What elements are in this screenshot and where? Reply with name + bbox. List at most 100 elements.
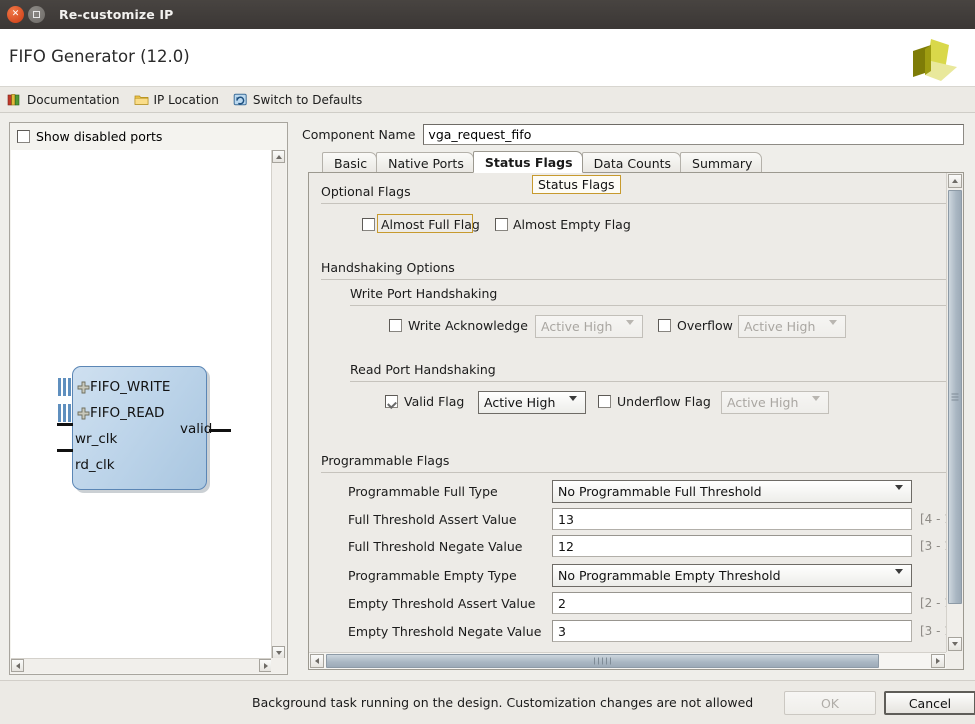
overflow-checkbox[interactable]: [658, 319, 671, 332]
overflow-polarity-value: Active High: [744, 319, 816, 334]
almost-empty-flag-label: Almost Empty Flag: [513, 217, 631, 232]
overflow-label: Overflow: [677, 318, 733, 333]
tab-status-flags[interactable]: Status Flags: [472, 151, 583, 173]
pane-scroll-up-button[interactable]: [948, 174, 962, 188]
maximize-icon[interactable]: [28, 6, 45, 23]
group-handshaking-options-title: Handshaking Options: [321, 260, 455, 275]
underflow-flag-polarity-select[interactable]: Active High: [721, 391, 829, 416]
re-customize-ip-window: ✕ Re-customize IP FIFO Generator (12.0): [0, 0, 975, 724]
empty-threshold-negate-label: Empty Threshold Negate Value: [348, 624, 542, 639]
empty-threshold-negate-input[interactable]: [552, 620, 912, 642]
cancel-button[interactable]: Cancel: [884, 691, 975, 715]
group-programmable-flags-title: Programmable Flags: [321, 453, 450, 468]
programmable-empty-type-label: Programmable Empty Type: [348, 568, 517, 583]
toolbar-ip-location[interactable]: IP Location: [134, 92, 219, 107]
scroll-grip-icon: [593, 657, 613, 665]
almost-empty-flag-checkbox[interactable]: [495, 218, 508, 231]
toolbar-switch-to-defaults[interactable]: Switch to Defaults: [233, 92, 362, 107]
tab-bar: Basic Native Ports Status Flags Data Cou…: [322, 151, 962, 173]
group-programmable-flags-rule: [321, 472, 946, 473]
status-flags-content: Optional Flags Almost Full Flag Almost E…: [309, 173, 946, 652]
tab-summary[interactable]: Summary: [680, 152, 763, 173]
programmable-empty-type-select[interactable]: No Programmable Empty Threshold: [552, 564, 912, 589]
valid-flag-polarity-select[interactable]: Active High: [478, 391, 586, 416]
write-acknowledge-label: Write Acknowledge: [408, 318, 528, 333]
window-titlebar: ✕ Re-customize IP: [0, 0, 975, 29]
group-optional-flags-rule: [321, 203, 946, 204]
empty-threshold-negate-range-hint: [3 - 1: [920, 624, 946, 638]
group-read-port-rule: [350, 381, 946, 382]
programmable-full-type-select[interactable]: No Programmable Full Threshold: [552, 480, 912, 505]
underflow-flag-checkbox[interactable]: [598, 395, 611, 408]
tab-native-ports-label: Native Ports: [388, 155, 464, 171]
pane-scroll-right-button[interactable]: [931, 654, 945, 668]
tab-native-ports[interactable]: Native Ports: [376, 152, 474, 173]
scroll-up-button[interactable]: [272, 150, 285, 163]
group-write-port-handshaking-title: Write Port Handshaking: [350, 286, 498, 301]
folder-icon: [134, 92, 149, 107]
tab-summary-label: Summary: [692, 155, 753, 171]
group-read-port-handshaking-title: Read Port Handshaking: [350, 362, 496, 377]
tab-basic[interactable]: Basic: [322, 152, 378, 173]
empty-threshold-assert-input[interactable]: [552, 592, 912, 614]
full-threshold-assert-input[interactable]: [552, 508, 912, 530]
wr-clk-pin: [57, 423, 73, 426]
valid-flag-checkbox[interactable]: [385, 395, 398, 408]
plus-expand-icon[interactable]: [77, 381, 90, 394]
pane-hscroll-thumb[interactable]: [326, 654, 879, 668]
component-name-label: Component Name: [302, 127, 416, 142]
xilinx-logo: [905, 37, 961, 83]
rd-clk-pin: [57, 449, 73, 452]
ok-button[interactable]: OK: [784, 691, 876, 715]
show-disabled-ports-label: Show disabled ports: [36, 128, 163, 144]
port-label-wr-clk: wr_clk: [75, 431, 118, 447]
full-threshold-assert-range-hint: [4 - 1: [920, 512, 946, 526]
chevron-down-icon: [812, 396, 820, 416]
show-disabled-ports-row[interactable]: Show disabled ports: [10, 123, 287, 149]
pane-vscroll-thumb[interactable]: [948, 190, 962, 604]
symbol-canvas: FIFO_WRITE FIFO_READ wr_clk rd_clk valid: [11, 150, 272, 659]
toolbar-switch-to-defaults-label: Switch to Defaults: [252, 92, 363, 107]
write-acknowledge-polarity-value: Active High: [541, 319, 613, 334]
port-label-fifo-read: FIFO_READ: [90, 405, 165, 421]
window-title: Re-customize IP: [59, 7, 174, 22]
chevron-down-icon: [569, 396, 577, 416]
chevron-down-icon: [895, 569, 903, 589]
symbol-panel-vscrollbar[interactable]: [271, 150, 286, 659]
full-threshold-negate-label: Full Threshold Negate Value: [348, 539, 523, 554]
plus-expand-icon[interactable]: [77, 407, 90, 420]
pane-scroll-down-button[interactable]: [948, 637, 962, 651]
port-label-fifo-write: FIFO_WRITE: [90, 379, 171, 395]
footer-status-message: Background task running on the design. C…: [252, 695, 754, 710]
tab-data-counts-label: Data Counts: [593, 155, 672, 171]
toolbar-documentation-label: Documentation: [27, 92, 120, 107]
almost-full-flag-checkbox[interactable]: [362, 218, 375, 231]
component-name-input[interactable]: [423, 124, 964, 145]
status-flags-tooltip: Status Flags: [532, 175, 621, 194]
tab-data-counts[interactable]: Data Counts: [581, 152, 682, 173]
programmable-empty-type-value: No Programmable Empty Threshold: [558, 568, 781, 583]
full-threshold-negate-input[interactable]: [552, 535, 912, 557]
chevron-down-icon: [829, 320, 837, 340]
chevron-down-icon: [895, 485, 903, 505]
scroll-left-button[interactable]: [11, 659, 24, 672]
group-optional-flags-title: Optional Flags: [321, 184, 411, 199]
full-threshold-negate-range-hint: [3 - 1: [920, 539, 946, 553]
overflow-polarity-select[interactable]: Active High: [738, 315, 846, 340]
full-threshold-assert-label: Full Threshold Assert Value: [348, 512, 517, 527]
pane-scroll-left-button[interactable]: [310, 654, 324, 668]
toolbar-ip-location-label: IP Location: [153, 92, 219, 107]
write-acknowledge-polarity-select[interactable]: Active High: [535, 315, 643, 340]
symbol-panel: Show disabled ports FIFO_WRITE FIFO_READ: [9, 122, 288, 675]
pane-hscrollbar[interactable]: [309, 652, 946, 669]
close-icon[interactable]: ✕: [7, 6, 24, 23]
pane-vscrollbar[interactable]: [946, 173, 963, 652]
toolbar-documentation[interactable]: Documentation: [7, 92, 120, 107]
symbol-panel-hscrollbar[interactable]: [11, 658, 272, 673]
write-acknowledge-checkbox[interactable]: [389, 319, 402, 332]
documentation-books-icon: [7, 92, 22, 107]
pane-scrollbar-corner: [946, 652, 963, 669]
cancel-button-label: Cancel: [908, 695, 952, 711]
show-disabled-ports-checkbox[interactable]: [17, 129, 30, 143]
programmable-full-type-value: No Programmable Full Threshold: [558, 484, 762, 499]
